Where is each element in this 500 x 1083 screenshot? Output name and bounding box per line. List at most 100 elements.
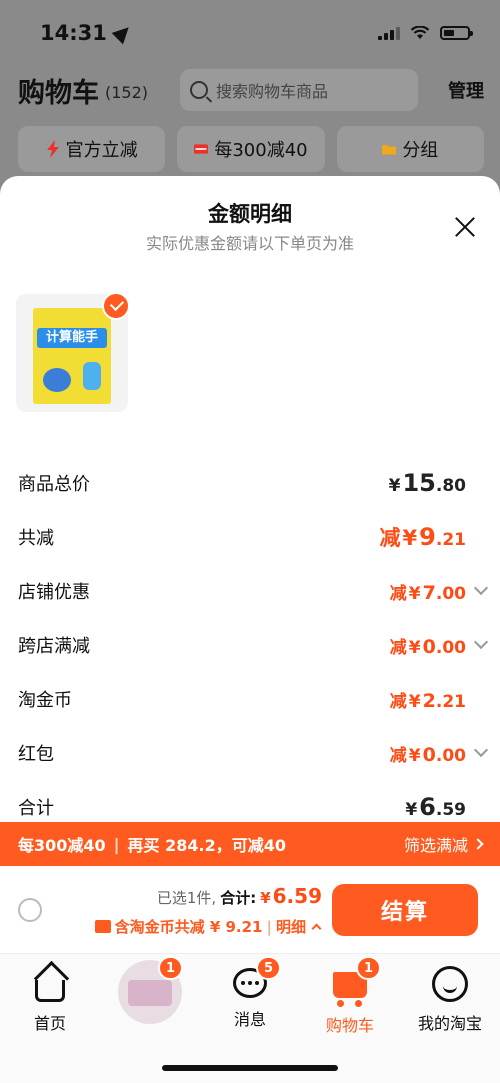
- separator: |: [266, 917, 272, 936]
- amount-value: 减 ¥2.21: [390, 687, 466, 712]
- tab-feed[interactable]: 1: [100, 954, 200, 1083]
- amount-label: 淘金币: [18, 690, 72, 711]
- close-icon[interactable]: [454, 216, 476, 238]
- home-icon: [35, 980, 65, 1002]
- checkout-button[interactable]: 结算: [332, 884, 478, 936]
- total-value: 6.59: [272, 884, 322, 908]
- amount-value: 减 ¥0.00: [390, 741, 466, 766]
- selected-check-icon[interactable]: [102, 292, 130, 320]
- amount-value: ¥15.80: [387, 469, 466, 497]
- promo-bar[interactable]: 每300减40 | 再买 284.2，可减40 筛选满减: [0, 822, 500, 866]
- chip-label: 每300减40: [214, 140, 308, 161]
- chip-group[interactable]: 分组: [336, 126, 484, 172]
- product-thumbnail[interactable]: 计算能手: [16, 292, 130, 412]
- sheet-subtitle: 实际优惠金额请以下单页为准: [145, 234, 354, 253]
- amount-dec: .80: [435, 476, 466, 496]
- amount-row[interactable]: 红包 减 ¥0.00: [18, 726, 489, 780]
- amount-value: 减 ¥0.00: [390, 633, 466, 658]
- currency-symbol: ¥: [260, 889, 271, 907]
- amount-row[interactable]: 跨店满减 减 ¥0.00: [18, 618, 489, 672]
- amount-prefix: 减: [389, 583, 407, 604]
- amount-label: 店铺优惠: [18, 582, 90, 603]
- amount-value: 减 ¥7.00: [390, 579, 466, 604]
- cart-header: 购物车 (152) 搜索购物车商品 管理: [18, 68, 484, 112]
- chevron-down-icon: [473, 634, 489, 650]
- location-arrow-icon: [111, 21, 135, 45]
- promo-hint: 再买 284.2，可减40: [127, 836, 286, 855]
- summary-line: 已选1件, 合计: ¥6.59: [157, 884, 322, 908]
- amount-int: 0: [422, 743, 436, 766]
- chevron-right-icon: [472, 838, 484, 850]
- folder-icon: [382, 145, 397, 155]
- tab-cart[interactable]: 1 购物车: [300, 954, 400, 1083]
- book-cover-title: 计算能手: [37, 328, 107, 348]
- amount-label: 红包: [18, 744, 54, 765]
- amount-dec: .59: [435, 800, 466, 820]
- amount-int: 6: [419, 793, 436, 821]
- chip-label: 官方立减: [65, 140, 138, 161]
- amount-yen: ¥: [402, 526, 418, 550]
- amount-prefix: 减: [379, 526, 401, 550]
- filter-discount-link[interactable]: 筛选满减: [403, 832, 484, 856]
- tab-home[interactable]: 首页: [0, 954, 100, 1083]
- book-cover: 计算能手: [33, 308, 111, 404]
- battery-icon: [440, 26, 473, 40]
- status-bar: 14:31: [40, 18, 473, 48]
- amount-prefix: 减: [389, 691, 407, 712]
- amount-int: 7: [422, 581, 436, 604]
- savings-detail-toggle[interactable]: 含淘金币共减 ¥ 9.21 | 明细: [94, 916, 322, 937]
- amount-row[interactable]: 店铺优惠 减 ¥7.00: [18, 564, 489, 618]
- chevron-up-icon: [311, 923, 322, 934]
- amount-row: 商品总价 ¥15.80: [18, 456, 486, 510]
- book-illustration: [43, 368, 71, 392]
- amount-label: 共减: [18, 528, 54, 549]
- tab-badge: 1: [356, 956, 382, 980]
- amount-label: 商品总价: [18, 474, 90, 495]
- chevron-down-icon: [473, 742, 489, 758]
- amount-int: 2: [422, 689, 436, 712]
- amount-rows: 商品总价 ¥15.80 共减减 ¥9.21 店铺优惠减 ¥7.00 跨店满减减 ¥0.00 淘金…: [18, 456, 489, 834]
- search-icon: [190, 81, 209, 99]
- amount-int: 15: [402, 469, 436, 497]
- book-illustration: [83, 362, 101, 390]
- amount-value: ¥6.59: [403, 793, 466, 821]
- page-title: 购物车: [18, 77, 99, 109]
- amount-row: 共减 减 ¥9.21: [18, 510, 486, 564]
- chevron-down-icon: [473, 580, 489, 596]
- chip-official-discount[interactable]: 官方立减: [18, 126, 166, 172]
- smile-icon: [432, 966, 468, 1002]
- manage-button[interactable]: 管理: [448, 77, 484, 103]
- amount-dec: .21: [435, 691, 466, 712]
- lightning-icon: [46, 140, 59, 158]
- amount-yen: ¥: [408, 637, 421, 658]
- amount-yen: ¥: [408, 745, 421, 766]
- amount-yen: ¥: [405, 800, 418, 820]
- amount-dec: .00: [435, 745, 466, 766]
- amount-int: 0: [422, 635, 436, 658]
- amount-label: 跨店满减: [18, 636, 90, 657]
- wifi-icon: [410, 26, 430, 39]
- tab-label: 我的淘宝: [417, 1014, 482, 1033]
- tab-my-taobao[interactable]: 我的淘宝: [400, 954, 500, 1083]
- filter-chips: 官方立减 每300减40 分组: [18, 126, 484, 172]
- checkout-bar: 已选1件, 合计: ¥6.59 含淘金币共减 ¥ 9.21 | 明细 结算: [0, 866, 500, 954]
- chip-coupon[interactable]: 每300减40: [177, 126, 325, 172]
- amount-yen: ¥: [388, 476, 401, 496]
- coupon-icon: [94, 920, 111, 933]
- tab-badge: 1: [158, 956, 184, 980]
- select-all-radio[interactable]: [18, 898, 42, 922]
- promo-separator: |: [113, 834, 120, 854]
- tab-bar: 首页 1 5 消息 1 购物车 我的淘宝: [0, 954, 500, 1083]
- promo-rule: 每300减40: [18, 836, 106, 855]
- detail-link: 明细: [275, 918, 306, 936]
- tab-badge: 5: [256, 956, 282, 980]
- amount-dec: .00: [435, 583, 466, 604]
- signal-icon: [378, 26, 400, 40]
- chip-label: 分组: [402, 140, 439, 161]
- search-input[interactable]: 搜索购物车商品: [180, 69, 419, 111]
- selected-count: 已选1件,: [156, 889, 217, 907]
- tab-messages[interactable]: 5 消息: [200, 954, 300, 1083]
- status-time: 14:31: [40, 21, 107, 45]
- filter-discount-label: 筛选满减: [403, 836, 468, 855]
- amount-label: 合计: [18, 798, 54, 819]
